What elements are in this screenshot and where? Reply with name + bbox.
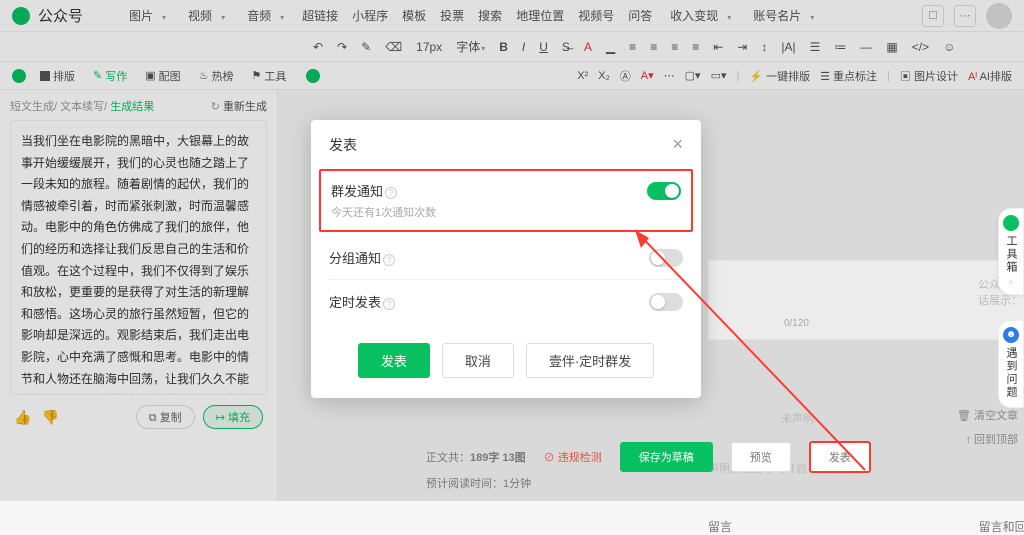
modal-cancel-button[interactable]: 取消 [442,343,514,378]
violation-check[interactable]: ⊘ 违规检测 [544,449,602,465]
comment-row: 留言 留言和回复自动精选公开 › [708,518,1024,535]
bottom-bar: 正文共：189字 13图 ⊘ 违规检测 保存为草稿 预览 发表 预计阅读时间：1… [278,431,1024,501]
mass-notify-sub: 今天还有1次通知次数 [331,204,681,220]
side-toolbox[interactable]: 工具箱 ‹ [998,208,1024,295]
modal-publish-button[interactable]: 发表 [358,343,430,378]
feedback-label: 遇到问题 [1003,347,1019,399]
group-notify-toggle[interactable] [649,249,683,267]
publish-modal: 发表 × 群发通知? 今天还有1次通知次数 分组通知? 定时发表? 发表 取消 … [311,120,701,398]
comment-setting[interactable]: 留言和回复自动精选公开 › [979,518,1024,535]
toolbox-label: 工具箱 [1003,235,1019,274]
back-to-top-link[interactable]: ↑ 回到顶部 [957,431,1018,447]
feedback-icon: ☻ [1003,327,1019,343]
right-quick-links: 🗑 清空文章 ↑ 回到顶部 [957,407,1018,447]
word-count: 正文共：189字 13图 [426,449,526,465]
toolbox-icon [1003,215,1019,231]
title-input-bg [708,260,1024,340]
info-icon[interactable]: ? [385,187,397,199]
title-count: 0/120 [784,318,809,329]
schedule-toggle[interactable] [649,293,683,311]
row-group-notify: 分组通知? [329,236,683,280]
row-mass-notify: 群发通知? 今天还有1次通知次数 [319,169,693,232]
modal-companion-button[interactable]: 壹伴·定时群发 [526,343,654,378]
close-icon[interactable]: × [672,134,683,155]
modal-title: 发表 [329,135,357,155]
save-draft-button[interactable]: 保存为草稿 [620,442,713,472]
read-time: 预计阅读时间：1分钟 [426,475,531,491]
publish-button[interactable]: 发表 [809,441,871,473]
info-icon-2[interactable]: ? [383,254,395,266]
collapse-icon[interactable]: ‹ [1002,276,1020,288]
preview-button[interactable]: 预览 [731,442,791,472]
row-schedule: 定时发表? [329,280,683,323]
mass-notify-toggle[interactable] [647,182,681,200]
clear-article-link[interactable]: 🗑 清空文章 [957,407,1018,423]
mass-notify-label: 群发通知 [331,184,383,199]
side-feedback[interactable]: ☻ 遇到问题 [998,320,1024,408]
declare-status: 未声明 [781,410,814,426]
schedule-label: 定时发表 [329,295,381,310]
info-icon-3[interactable]: ? [383,298,395,310]
group-notify-label: 分组通知 [329,251,381,266]
comment-label: 留言 [708,518,732,535]
